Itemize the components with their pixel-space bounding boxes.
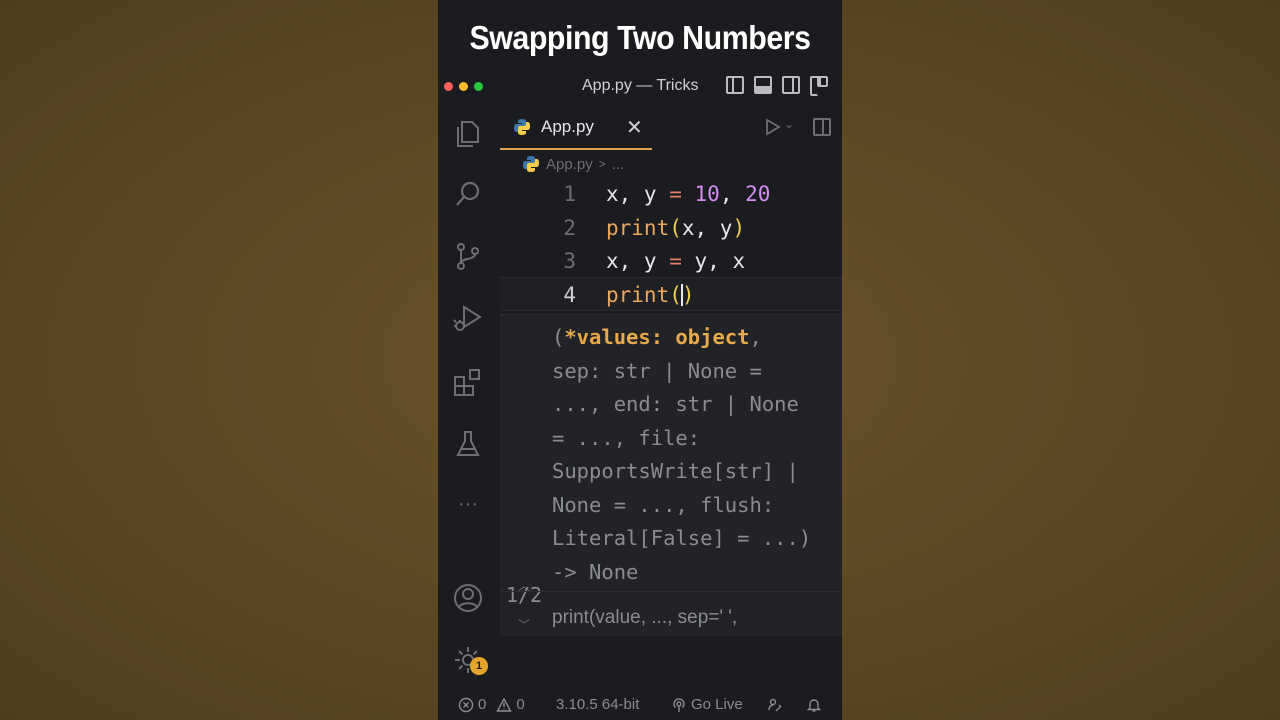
code-line[interactable]: 1 x, y = 10, 20 bbox=[500, 177, 842, 211]
settings-update-badge: 1 bbox=[470, 657, 488, 675]
problems-status[interactable]: 0 0 bbox=[458, 696, 525, 713]
extensions-icon[interactable] bbox=[452, 366, 484, 398]
signature-help-popup: (*values: object, sep: str | None = ...,… bbox=[500, 314, 842, 636]
signature-counter: 1/2 bbox=[505, 583, 543, 607]
code-text: x, y = 10, 20 bbox=[606, 182, 771, 206]
signature-text: (*values: object, sep: str | None = ...,… bbox=[552, 325, 812, 584]
tab-app-py[interactable]: App.py ✕ bbox=[500, 104, 652, 150]
breadcrumb-symbol[interactable]: ... bbox=[612, 156, 625, 173]
signature-doc: print(value, ..., sep=' ', bbox=[552, 607, 738, 628]
go-live-button[interactable]: Go Live bbox=[671, 696, 743, 713]
active-parameter: *values: object bbox=[564, 325, 750, 349]
video-title: Swapping Two Numbers bbox=[469, 19, 811, 56]
run-debug-icon[interactable] bbox=[452, 302, 484, 334]
source-control-icon[interactable] bbox=[452, 240, 484, 272]
close-window-button[interactable] bbox=[444, 82, 453, 91]
breadcrumb-separator: > bbox=[598, 157, 606, 171]
testing-icon[interactable] bbox=[452, 428, 484, 460]
python-file-icon bbox=[523, 156, 539, 172]
chevron-down-icon[interactable]: ⌄ bbox=[784, 117, 794, 131]
line-number: 2 bbox=[563, 216, 576, 240]
run-file-icon[interactable] bbox=[765, 118, 781, 136]
feedback-icon[interactable] bbox=[767, 697, 783, 713]
python-file-icon bbox=[514, 119, 530, 135]
error-count: 0 bbox=[478, 696, 487, 713]
code-line[interactable]: 2 print(x, y) bbox=[500, 211, 842, 245]
python-interpreter[interactable]: 3.10.5 64-bit bbox=[556, 696, 639, 713]
breadcrumb-file[interactable]: App.py bbox=[546, 156, 593, 173]
window-title: App.py — Tricks bbox=[582, 77, 699, 94]
line-number: 1 bbox=[563, 182, 576, 206]
line-number: 4 bbox=[563, 283, 576, 307]
activity-bar: ··· 1 bbox=[438, 104, 498, 684]
window-titlebar: App.py — Tricks bbox=[438, 72, 842, 102]
notifications-bell-icon[interactable] bbox=[806, 697, 822, 713]
toggle-secondary-sidebar-icon[interactable] bbox=[782, 76, 800, 94]
broadcast-icon bbox=[673, 697, 685, 712]
code-line[interactable]: 3 x, y = y, x bbox=[500, 244, 842, 278]
files-icon[interactable] bbox=[452, 118, 484, 150]
toggle-panel-icon[interactable] bbox=[754, 76, 772, 94]
error-icon bbox=[458, 697, 474, 712]
code-text: x, y = y, x bbox=[606, 249, 746, 273]
split-editor-icon[interactable] bbox=[813, 118, 831, 136]
code-text: print(x, y) bbox=[606, 216, 746, 240]
tab-label: App.py bbox=[541, 117, 594, 136]
divider bbox=[500, 591, 842, 592]
close-tab-icon[interactable]: ✕ bbox=[626, 115, 643, 140]
minimize-window-button[interactable] bbox=[459, 82, 468, 91]
code-line-active[interactable]: 4 print() bbox=[500, 277, 842, 311]
go-live-label: Go Live bbox=[691, 696, 743, 713]
next-signature-icon[interactable]: ﹀ bbox=[518, 616, 530, 633]
search-icon[interactable] bbox=[452, 178, 484, 210]
maximize-window-button[interactable] bbox=[474, 82, 483, 91]
customize-layout-icon[interactable] bbox=[810, 76, 828, 96]
code-text: print() bbox=[606, 283, 695, 307]
warning-count: 0 bbox=[516, 696, 525, 713]
video-frame: Swapping Two Numbers App.py — Tricks ···… bbox=[438, 0, 842, 720]
warning-icon bbox=[496, 697, 513, 712]
status-bar: 0 0 3.10.5 64-bit Go Live bbox=[438, 690, 842, 720]
account-icon[interactable] bbox=[452, 582, 484, 614]
layout-controls bbox=[726, 76, 828, 96]
breadcrumb: App.py > ... bbox=[522, 152, 624, 176]
more-icon[interactable]: ··· bbox=[452, 490, 484, 522]
toggle-primary-sidebar-icon[interactable] bbox=[726, 76, 744, 94]
line-number: 3 bbox=[563, 249, 576, 273]
editor-tab-bar: App.py ✕ ⌄ bbox=[500, 104, 842, 150]
